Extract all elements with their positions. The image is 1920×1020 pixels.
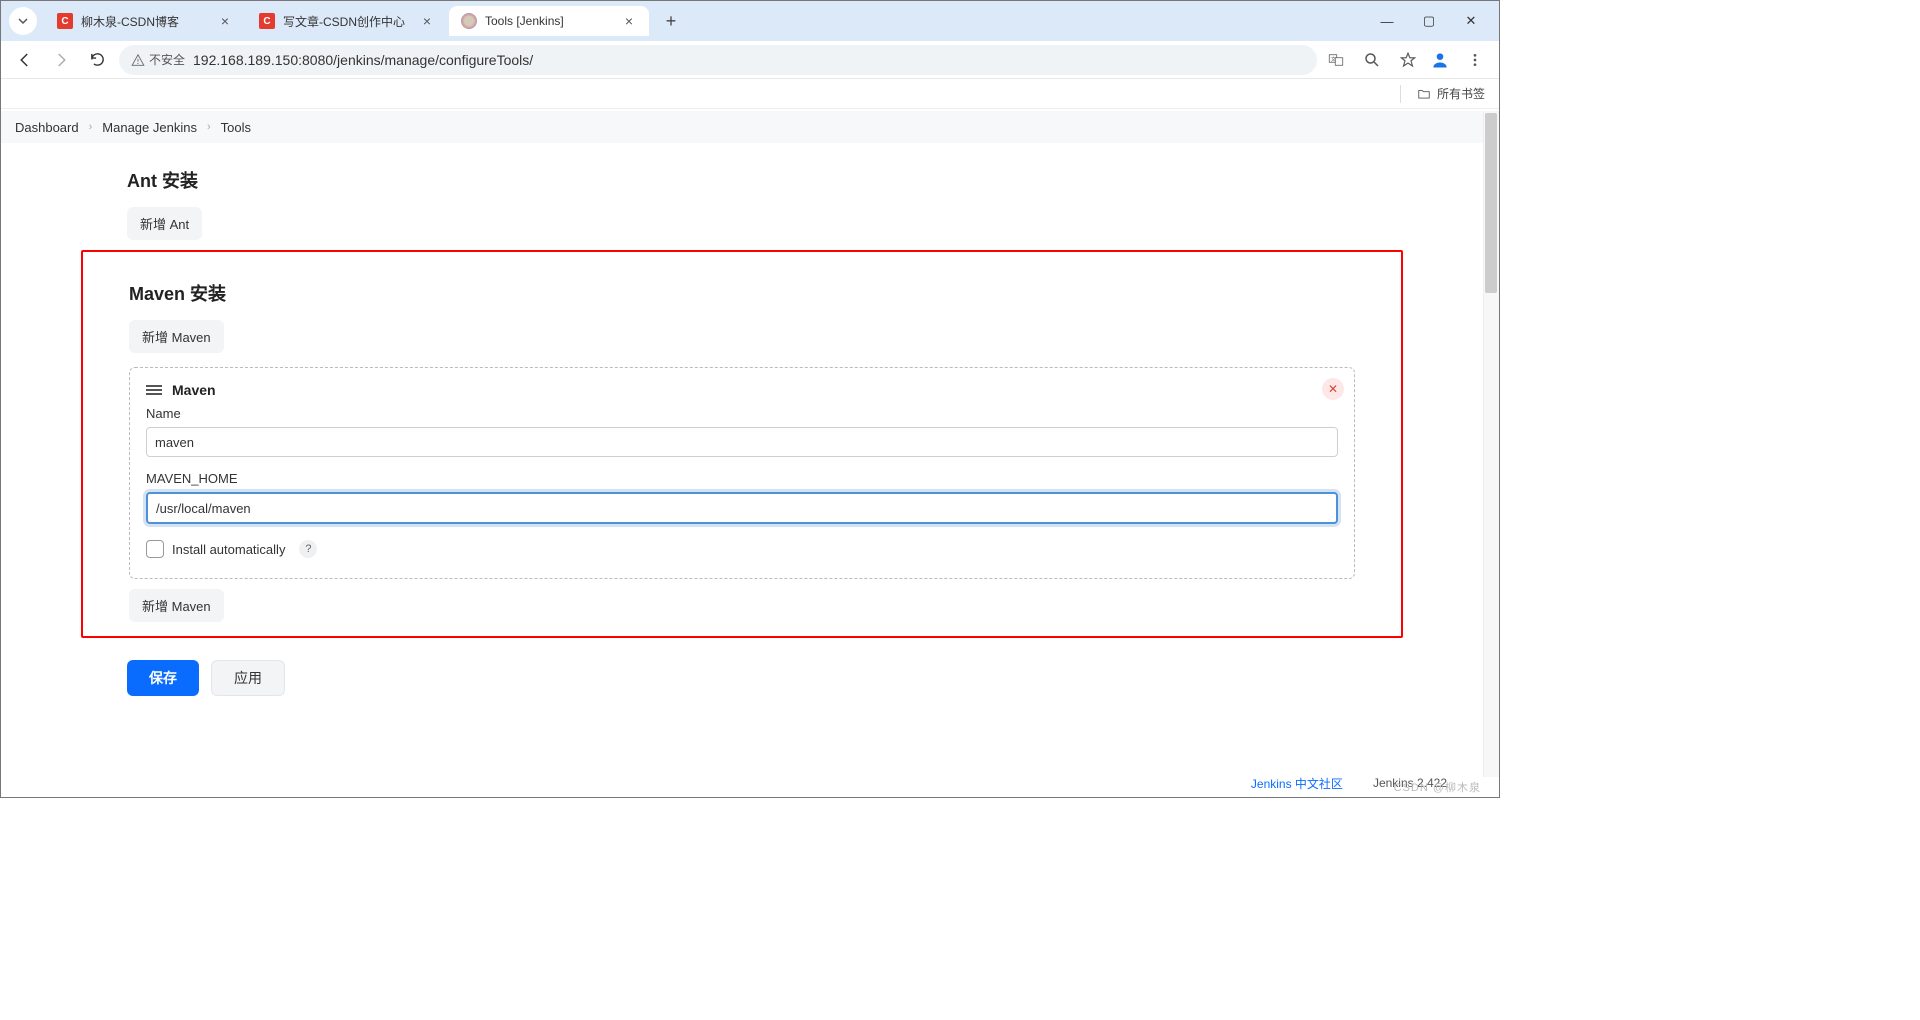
add-ant-button[interactable]: 新增 Ant bbox=[127, 207, 202, 240]
folder-icon bbox=[1417, 87, 1431, 101]
maven-name-label: Name bbox=[146, 406, 1338, 421]
tab-title: 写文章-CSDN创作中心 bbox=[283, 13, 419, 30]
bookmark-star-icon[interactable] bbox=[1397, 49, 1419, 71]
window-controls: — ▢ ✕ bbox=[1375, 1, 1495, 41]
url-text: 192.168.189.150:8080/jenkins/manage/conf… bbox=[193, 52, 1305, 68]
add-maven-button-top[interactable]: 新增 Maven bbox=[129, 320, 224, 353]
scrollbar[interactable] bbox=[1483, 111, 1499, 777]
install-automatically-checkbox[interactable] bbox=[146, 540, 164, 558]
security-label: 不安全 bbox=[149, 51, 185, 68]
jenkins-icon bbox=[461, 13, 477, 29]
svg-text:文: 文 bbox=[1331, 54, 1337, 62]
close-window-button[interactable]: ✕ bbox=[1459, 13, 1483, 29]
reload-button[interactable] bbox=[83, 46, 111, 74]
browser-menu-button[interactable] bbox=[1461, 46, 1489, 74]
chevron-right-icon: › bbox=[89, 121, 93, 133]
security-indicator[interactable]: 不安全 bbox=[131, 51, 185, 68]
maven-block-title: Maven bbox=[172, 382, 216, 398]
tab-strip: C 柳木泉-CSDN博客 × C 写文章-CSDN创作中心 × Tools [J… bbox=[1, 1, 1499, 41]
scrollbar-thumb[interactable] bbox=[1485, 113, 1497, 293]
all-bookmarks-link[interactable]: 所有书签 bbox=[1437, 85, 1485, 102]
breadcrumb-manage-jenkins[interactable]: Manage Jenkins bbox=[102, 120, 197, 135]
zoom-icon[interactable] bbox=[1361, 49, 1383, 71]
close-icon[interactable]: × bbox=[419, 13, 435, 29]
address-bar-row: 不安全 192.168.189.150:8080/jenkins/manage/… bbox=[1, 41, 1499, 79]
maximize-button[interactable]: ▢ bbox=[1417, 13, 1441, 29]
maven-highlight-box: Maven 安装 新增 Maven ✕ Maven Name MAVEN_HOM… bbox=[81, 250, 1403, 638]
watermark: CSDN @柳木泉 bbox=[1394, 779, 1481, 795]
bookmarks-bar: 所有书签 bbox=[1, 79, 1499, 109]
maven-section-title: Maven 安装 bbox=[129, 280, 1401, 306]
chevron-right-icon: › bbox=[207, 121, 211, 133]
drag-handle-icon[interactable] bbox=[146, 385, 162, 395]
minimize-button[interactable]: — bbox=[1375, 14, 1399, 29]
maven-home-label: MAVEN_HOME bbox=[146, 471, 1338, 486]
browser-tab-0[interactable]: C 柳木泉-CSDN博客 × bbox=[45, 6, 245, 36]
profile-avatar[interactable] bbox=[1427, 47, 1453, 73]
translate-icon[interactable]: 文 bbox=[1325, 49, 1347, 71]
add-maven-button-bottom[interactable]: 新增 Maven bbox=[129, 589, 224, 622]
help-icon[interactable]: ? bbox=[299, 540, 317, 558]
save-button[interactable]: 保存 bbox=[127, 660, 199, 696]
maven-name-input[interactable] bbox=[146, 427, 1338, 457]
breadcrumb-tools[interactable]: Tools bbox=[221, 120, 251, 135]
new-tab-button[interactable]: + bbox=[657, 7, 685, 35]
close-icon[interactable]: × bbox=[621, 13, 637, 29]
maven-installation-block: ✕ Maven Name MAVEN_HOME Inst bbox=[129, 367, 1355, 579]
divider bbox=[1400, 85, 1401, 103]
install-automatically-label: Install automatically bbox=[172, 542, 285, 557]
jenkins-community-link[interactable]: Jenkins 中文社区 bbox=[1251, 775, 1343, 792]
csdn-icon: C bbox=[259, 13, 275, 29]
browser-tab-2[interactable]: Tools [Jenkins] × bbox=[449, 6, 649, 36]
tab-title: 柳木泉-CSDN博客 bbox=[81, 13, 217, 30]
maven-home-input[interactable] bbox=[146, 492, 1338, 524]
csdn-icon: C bbox=[57, 13, 73, 29]
ant-section-title: Ant 安装 bbox=[127, 167, 1403, 193]
tab-title: Tools [Jenkins] bbox=[485, 14, 621, 28]
browser-tab-1[interactable]: C 写文章-CSDN创作中心 × bbox=[247, 6, 447, 36]
tab-history-dropdown[interactable] bbox=[9, 7, 37, 35]
remove-maven-button[interactable]: ✕ bbox=[1322, 378, 1344, 400]
breadcrumb-dashboard[interactable]: Dashboard bbox=[15, 120, 79, 135]
back-button[interactable] bbox=[11, 46, 39, 74]
jenkins-footer: Jenkins 中文社区 Jenkins 2.422 bbox=[1, 769, 1467, 797]
address-bar[interactable]: 不安全 192.168.189.150:8080/jenkins/manage/… bbox=[119, 45, 1317, 75]
close-icon[interactable]: × bbox=[217, 13, 233, 29]
breadcrumb: Dashboard › Manage Jenkins › Tools bbox=[1, 111, 1483, 143]
apply-button[interactable]: 应用 bbox=[211, 660, 285, 696]
forward-button[interactable] bbox=[47, 46, 75, 74]
warning-icon bbox=[131, 53, 145, 67]
